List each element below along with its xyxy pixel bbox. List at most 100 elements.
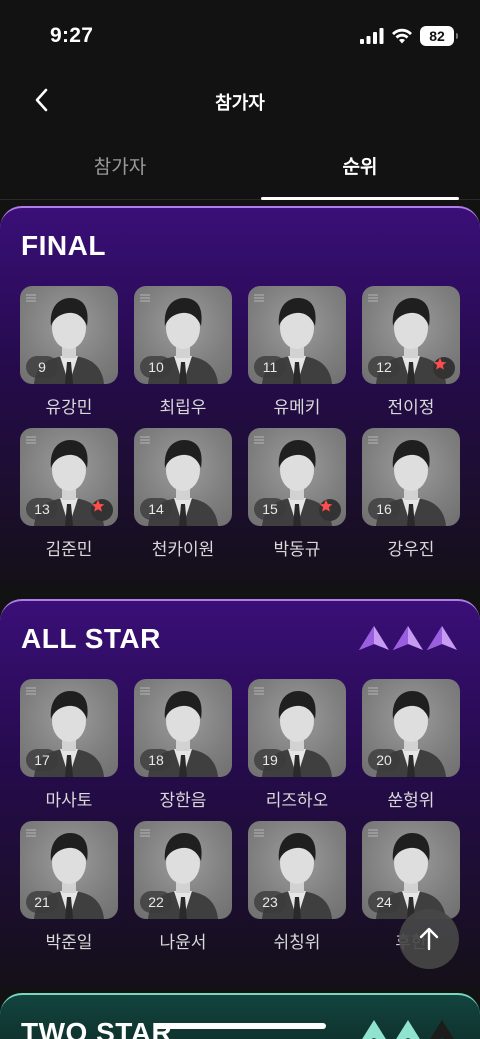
participant-name: 최립우 [159, 398, 207, 417]
top-nav: 참가자 [0, 78, 480, 122]
rank-badge: 15 [254, 498, 286, 520]
participant-name: 유강민 [45, 398, 93, 417]
participant-name: 쉬칭위 [273, 933, 321, 952]
scroll-to-top-button[interactable] [399, 909, 459, 969]
tab-bar: 참가자 순위 [0, 140, 480, 200]
watermark-icon [253, 685, 265, 697]
participant-photo: 16 [362, 428, 460, 526]
participant-card[interactable]: 13 김준민 [20, 428, 118, 568]
section-final: FINAL 9 유강민 10 최립우 11 유메키 12 전이정 13 김준민 14 천카이원 15 박동… [0, 206, 480, 586]
rank-badge: 13 [26, 498, 58, 520]
tier-icons-all-star [358, 625, 458, 651]
rank-badge: 24 [368, 891, 400, 913]
watermark-icon [253, 292, 265, 304]
watermark-icon [367, 292, 379, 304]
watermark-icon [367, 434, 379, 446]
participant-card[interactable]: 16 강우진 [362, 428, 460, 568]
section-title-all-star: ALL STAR [21, 623, 161, 654]
tier-icons-two-star [358, 1019, 458, 1039]
tier-triangle-icon [359, 626, 389, 650]
section-title-two-star: TWO STAR [21, 1017, 173, 1039]
home-indicator [154, 1023, 326, 1029]
rank-badge: 10 [140, 356, 172, 378]
star-icon [433, 357, 455, 379]
section-two-star: TWO STAR [0, 993, 480, 1039]
rank-badge: 17 [26, 749, 58, 771]
rank-badge: 14 [140, 498, 172, 520]
participant-photo: 24 [362, 821, 460, 919]
participant-photo: 19 [248, 679, 346, 777]
participant-name: 마사토 [45, 791, 93, 810]
watermark-icon [367, 685, 379, 697]
participant-card[interactable]: 20 쑨헝위 [362, 679, 460, 819]
participant-photo: 20 [362, 679, 460, 777]
participant-name: 장한음 [159, 791, 207, 810]
participant-photo: 14 [134, 428, 232, 526]
participant-name: 천카이원 [151, 540, 215, 559]
section-title-final: FINAL [21, 230, 106, 261]
participant-name: 박동규 [273, 540, 321, 559]
watermark-icon [25, 827, 37, 839]
battery-indicator: 82 [420, 26, 458, 46]
participant-name: 리즈하오 [265, 791, 329, 810]
star-icon [91, 499, 113, 521]
participant-card[interactable]: 10 최립우 [134, 286, 232, 426]
arrow-up-icon [419, 927, 439, 951]
participant-card[interactable]: 12 전이정 [362, 286, 460, 426]
participant-name: 쑨헝위 [387, 791, 435, 810]
participant-name: 박준일 [45, 933, 93, 952]
status-icons: 82 [360, 26, 458, 46]
participant-card[interactable]: 14 천카이원 [134, 428, 232, 568]
active-tab-indicator [261, 197, 459, 200]
participant-photo: 11 [248, 286, 346, 384]
participant-card[interactable]: 21 박준일 [20, 821, 118, 961]
participant-card[interactable]: 11 유메키 [248, 286, 346, 426]
tier-triangle-icon [427, 626, 457, 650]
watermark-icon [253, 827, 265, 839]
participant-photo: 10 [134, 286, 232, 384]
watermark-icon [139, 434, 151, 446]
tab-ranking[interactable]: 순위 [240, 140, 480, 200]
participant-card[interactable]: 9 유강민 [20, 286, 118, 426]
participant-photo: 12 [362, 286, 460, 384]
rank-badge: 21 [26, 891, 58, 913]
participant-card[interactable]: 23 쉬칭위 [248, 821, 346, 961]
rank-badge: 19 [254, 749, 286, 771]
participant-photo: 18 [134, 679, 232, 777]
participant-card[interactable]: 17 마사토 [20, 679, 118, 819]
participant-photo: 21 [20, 821, 118, 919]
tier-triangle-icon [430, 1020, 454, 1039]
signal-icon [360, 28, 384, 44]
participant-card[interactable]: 15 박동규 [248, 428, 346, 568]
participant-name: 나윤서 [159, 933, 207, 952]
participant-photo: 15 [248, 428, 346, 526]
participant-photo: 9 [20, 286, 118, 384]
tier-triangle-icon [362, 1020, 386, 1039]
watermark-icon [367, 827, 379, 839]
tab-participants[interactable]: 참가자 [0, 140, 240, 200]
rank-badge: 16 [368, 498, 400, 520]
participant-photo: 22 [134, 821, 232, 919]
participant-card[interactable]: 18 장한음 [134, 679, 232, 819]
wifi-icon [392, 28, 412, 44]
participant-name: 전이정 [387, 398, 435, 417]
participant-card[interactable]: 22 나윤서 [134, 821, 232, 961]
rank-badge: 12 [368, 356, 400, 378]
participant-name: 유메키 [273, 398, 321, 417]
watermark-icon [253, 434, 265, 446]
watermark-icon [25, 685, 37, 697]
watermark-icon [25, 434, 37, 446]
rank-badge: 9 [26, 356, 58, 378]
status-bar: 9:27 82 [0, 0, 480, 70]
watermark-icon [139, 292, 151, 304]
watermark-icon [139, 827, 151, 839]
star-icon [319, 499, 341, 521]
battery-level: 82 [429, 28, 445, 44]
participant-name: 김준민 [45, 540, 93, 559]
participant-photo: 23 [248, 821, 346, 919]
participant-card[interactable]: 19 리즈하오 [248, 679, 346, 819]
watermark-icon [139, 685, 151, 697]
participant-photo: 13 [20, 428, 118, 526]
rank-badge: 22 [140, 891, 172, 913]
watermark-icon [25, 292, 37, 304]
